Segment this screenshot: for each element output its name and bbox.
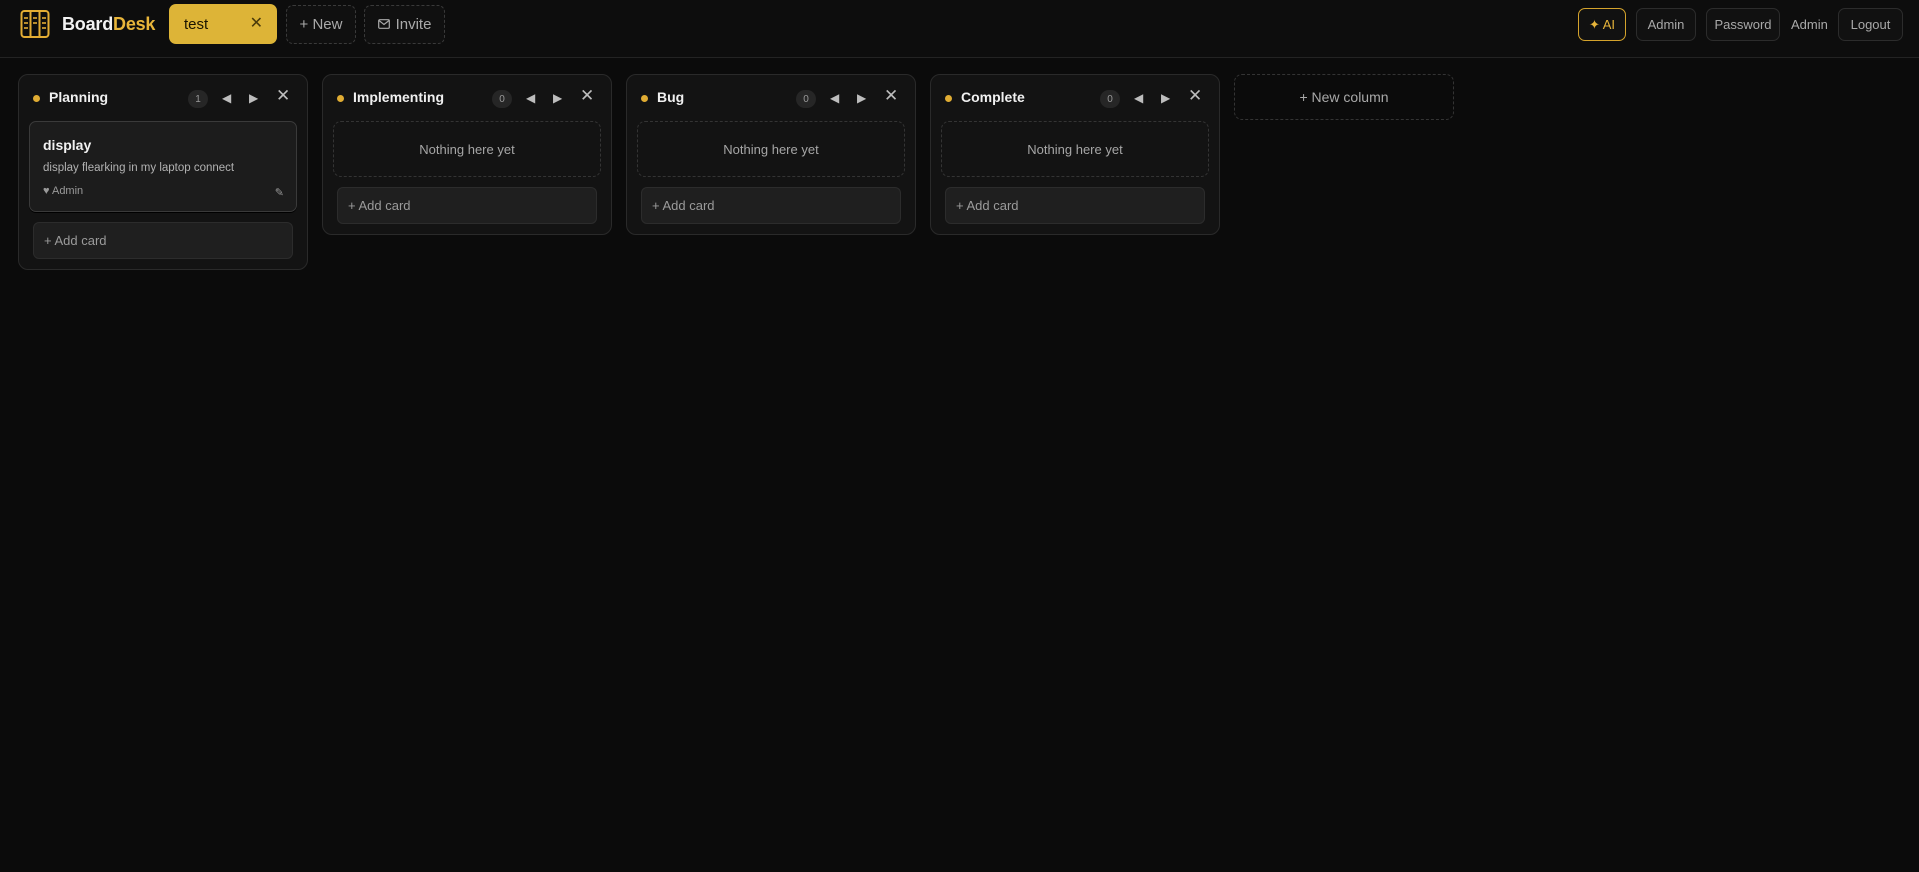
delete-column-icon[interactable]: ✕: [1188, 86, 1202, 106]
column-header: Bug 0 ◀ ▶ ✕: [627, 75, 915, 121]
board-tab-test[interactable]: test ✕: [169, 4, 277, 44]
column-status-dot: [33, 95, 40, 102]
card-count-badge: 1: [188, 90, 208, 108]
add-card-button[interactable]: + Add card: [945, 187, 1205, 224]
column-title[interactable]: Planning: [49, 89, 108, 105]
card-title: display: [43, 137, 92, 153]
empty-column-placeholder: Nothing here yet: [941, 121, 1209, 177]
column-bug: Bug 0 ◀ ▶ ✕ Nothing here yet + Add card: [626, 74, 916, 235]
column-header: Complete 0 ◀ ▶ ✕: [931, 75, 1219, 121]
top-bar: BoardDesk test ✕ + New Invite ✦ AI Admin…: [0, 0, 1919, 58]
card-count-badge: 0: [1100, 90, 1120, 108]
column-header: Implementing 0 ◀ ▶ ✕: [323, 75, 611, 121]
app-logo[interactable]: BoardDesk: [20, 9, 155, 39]
column-complete: Complete 0 ◀ ▶ ✕ Nothing here yet + Add …: [930, 74, 1220, 235]
column-status-dot: [945, 95, 952, 102]
move-right-icon[interactable]: ▶: [857, 88, 866, 108]
delete-column-icon[interactable]: ✕: [276, 86, 290, 106]
move-left-icon[interactable]: ◀: [1134, 88, 1143, 108]
move-left-icon[interactable]: ◀: [830, 88, 839, 108]
empty-column-placeholder: Nothing here yet: [637, 121, 905, 177]
column-header: Planning 1 ◀ ▶ ✕: [19, 75, 307, 121]
card-count-badge: 0: [796, 90, 816, 108]
add-card-button[interactable]: + Add card: [337, 187, 597, 224]
move-right-icon[interactable]: ▶: [553, 88, 562, 108]
column-planning: Planning 1 ◀ ▶ ✕ display display flearki…: [18, 74, 308, 270]
card-count-badge: 0: [492, 90, 512, 108]
column-title[interactable]: Complete: [961, 89, 1025, 105]
board-tab-label: test: [184, 15, 209, 33]
move-right-icon[interactable]: ▶: [249, 88, 258, 108]
new-column-button[interactable]: + New column: [1234, 74, 1454, 120]
column-status-dot: [337, 95, 344, 102]
columns-logo-icon: [20, 9, 50, 39]
card-owner: ♥ Admin: [43, 185, 84, 197]
delete-column-icon[interactable]: ✕: [884, 86, 898, 106]
close-icon[interactable]: ✕: [250, 15, 263, 33]
invite-button[interactable]: Invite: [364, 5, 445, 44]
move-right-icon[interactable]: ▶: [1161, 88, 1170, 108]
column-implementing: Implementing 0 ◀ ▶ ✕ Nothing here yet + …: [322, 74, 612, 235]
add-card-button[interactable]: + Add card: [33, 222, 293, 259]
app-name: BoardDesk: [62, 14, 155, 35]
ai-button[interactable]: ✦ AI: [1578, 8, 1626, 41]
delete-column-icon[interactable]: ✕: [580, 86, 594, 106]
move-left-icon[interactable]: ◀: [526, 88, 535, 108]
column-title[interactable]: Implementing: [353, 89, 444, 105]
column-status-dot: [641, 95, 648, 102]
card-display[interactable]: display display flearking in my laptop c…: [29, 121, 297, 212]
edit-icon[interactable]: ✎: [275, 186, 284, 199]
app-name-part2: Desk: [113, 13, 156, 34]
move-left-icon[interactable]: ◀: [222, 88, 231, 108]
current-user-name: Admin: [1791, 17, 1828, 32]
empty-column-placeholder: Nothing here yet: [333, 121, 601, 177]
mail-icon: [377, 16, 390, 33]
app-name-part1: Board: [62, 13, 114, 34]
column-title[interactable]: Bug: [657, 89, 684, 105]
add-card-button[interactable]: + Add card: [641, 187, 901, 224]
new-board-button[interactable]: + New: [286, 5, 356, 44]
admin-button[interactable]: Admin: [1636, 8, 1696, 41]
card-description: display flearking in my laptop connect: [43, 162, 235, 174]
invite-label: Invite: [395, 16, 432, 33]
password-button[interactable]: Password: [1706, 8, 1780, 41]
logout-button[interactable]: Logout: [1838, 8, 1903, 41]
